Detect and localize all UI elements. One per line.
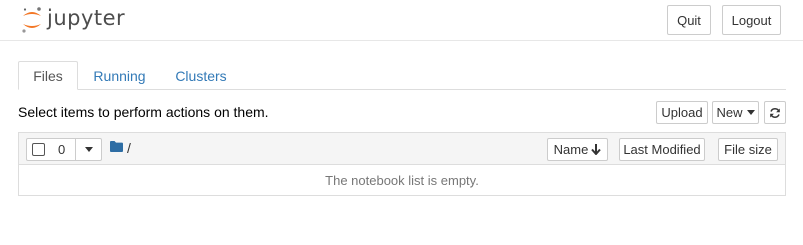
empty-list-message: The notebook list is empty. (325, 172, 479, 188)
quit-button[interactable]: Quit (667, 5, 711, 35)
notebook-list: 0 / Name Last Modified File size The not… (18, 132, 786, 196)
folder-icon[interactable] (110, 141, 123, 152)
jupyter-logo-icon (22, 7, 41, 33)
sort-name-label: Name (553, 142, 589, 157)
sort-by-file-size-button[interactable]: File size (718, 138, 778, 161)
sort-by-last-modified-button[interactable]: Last Modified (619, 138, 705, 161)
tab-running[interactable]: Running (86, 61, 153, 90)
tab-files[interactable]: Files (18, 61, 78, 90)
refresh-icon (770, 107, 780, 118)
refresh-button[interactable] (764, 101, 786, 124)
new-label: New (716, 105, 743, 120)
jupyter-logo[interactable]: jupyter (20, 5, 125, 35)
select-all-checkbox[interactable] (32, 143, 45, 156)
logo-text: jupyter (47, 6, 126, 30)
upload-button[interactable]: Upload (656, 101, 708, 124)
breadcrumb[interactable]: / (127, 140, 131, 156)
selection-hint: Select items to perform actions on them. (18, 104, 269, 120)
selected-count: 0 (58, 142, 66, 157)
caret-down-icon (84, 147, 93, 152)
selection-dropdown-button[interactable] (75, 138, 102, 161)
caret-down-icon (746, 110, 755, 115)
sort-by-name-button[interactable]: Name (547, 138, 608, 161)
notebook-list-header: 0 / Name Last Modified File size (19, 133, 785, 165)
new-dropdown-button[interactable]: New (712, 101, 759, 124)
site-header: jupyter Quit Logout (0, 0, 803, 41)
arrow-down-icon (591, 144, 602, 155)
logout-button[interactable]: Logout (722, 5, 781, 35)
tab-clusters[interactable]: Clusters (166, 61, 236, 90)
